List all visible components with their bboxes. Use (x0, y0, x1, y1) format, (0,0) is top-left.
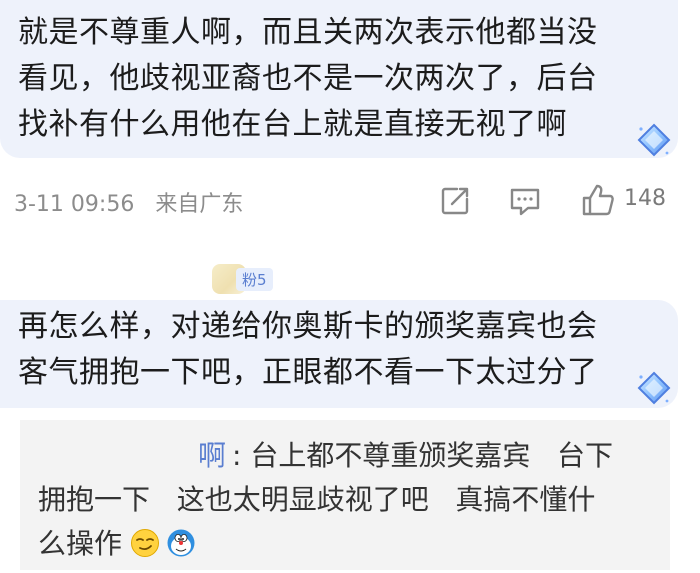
thumbs-up-icon[interactable] (580, 182, 616, 218)
timestamp-text: 3-11 09:56 (14, 192, 135, 217)
diamond-sticker-icon (637, 123, 671, 157)
reply-username[interactable]: 啊 (198, 436, 226, 476)
comment-icon[interactable] (508, 184, 542, 218)
comment-1-line-1: 就是不尊重人啊，而且关两次表示他都当没 (18, 15, 598, 50)
reply-line-1: : 台上都不尊重颁奖嘉宾 台下 (232, 439, 614, 472)
reply-line-3: 么操作 (38, 527, 123, 560)
comment-2-line-2: 客气拥抱一下吧，正眼都不看一下太过分了 (18, 355, 598, 390)
diamond-sticker-icon (637, 371, 671, 405)
like-count: 148 (624, 186, 666, 211)
reply-line-2: 拥抱一下 这也太明显歧视了吧 真搞不懂什 (38, 483, 596, 516)
comment-2-line-1: 再怎么样，对递给你奥斯卡的颁奖嘉宾也会 (18, 309, 598, 344)
redacted-username (36, 440, 196, 466)
comment-1-timestamp: 3-11 09:56 来自广东 (14, 186, 243, 218)
fans-badge: 粉5 (236, 268, 273, 291)
location-text: 来自广东 (155, 192, 244, 217)
share-icon[interactable] (438, 184, 472, 218)
smirk-emoji-icon (131, 529, 159, 557)
doraemon-emoji-icon (167, 529, 195, 557)
comment-1-line-3: 找补有什么用他在台上就是直接无视了啊 (18, 107, 567, 142)
comment-1-line-2: 看见，他歧视亚裔也不是一次两次了，后台 (18, 61, 598, 96)
